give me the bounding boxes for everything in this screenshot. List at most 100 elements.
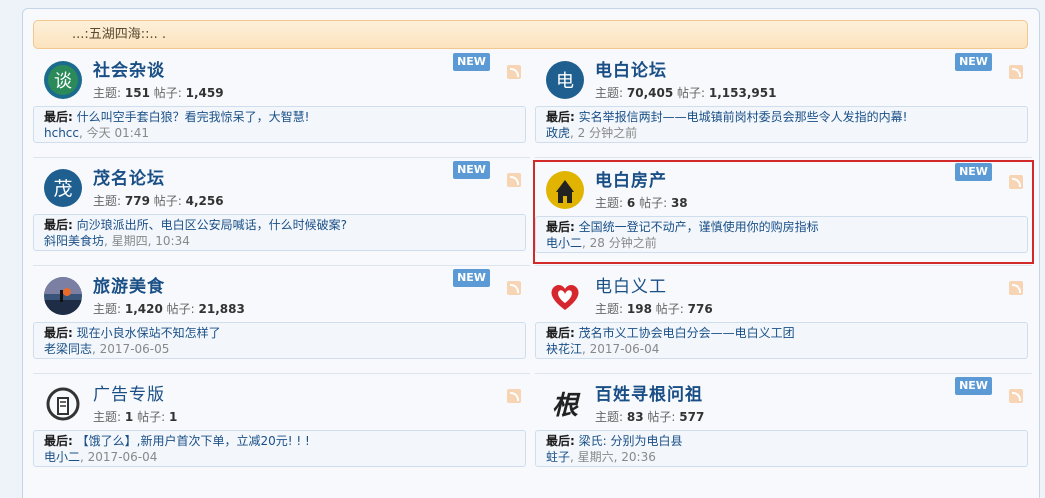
last-post-link[interactable]: 什么叫空手套白狼？看完我惊呆了，大智慧! <box>77 110 310 124</box>
forum-stats: 主题: 70,405 帖子: 1,153,951 <box>595 84 776 101</box>
last-post-label: 最后: <box>44 110 73 124</box>
gen-character-icon[interactable]: 根 <box>545 384 585 424</box>
last-post-link[interactable]: 向沙琅派出所、电白区公安局喊话，什么时候破案? <box>77 218 347 232</box>
forum-card[interactable]: 旅游美食 主题: 1,420 帖子: 21,883 NEW 最后: 现在小良水保… <box>33 269 530 384</box>
forum-title[interactable]: 茂名论坛 <box>93 164 165 189</box>
svg-text:茂: 茂 <box>53 178 72 200</box>
last-post-time-prefix: , <box>80 450 88 464</box>
forum-card[interactable]: 谈 社会杂谈 主题: 151 帖子: 1,459 NEW 最后: 什么叫空手套白… <box>33 53 530 168</box>
row-divider <box>33 373 530 374</box>
row-divider <box>535 265 1032 266</box>
row-divider <box>535 373 1032 374</box>
forum-stats: 主题: 779 帖子: 4,256 <box>93 192 224 209</box>
last-post-box: 最后: 全国统一登记不动产，谨慎使用你的购房指标 电小二, 28 分钟之前 <box>535 216 1028 253</box>
last-post-link[interactable]: 茂名市义工协会电白分会——电白义工团 <box>579 326 795 340</box>
rss-feed-icon[interactable] <box>1009 175 1023 189</box>
forum-card[interactable]: 根 百姓寻根问祖 主题: 83 帖子: 577 NEW 最后: 梁氏: 分别为电… <box>535 377 1032 492</box>
sunset-landscape-icon[interactable] <box>43 276 83 316</box>
forum-card[interactable]: 电 电白论坛 主题: 70,405 帖子: 1,153,951 NEW 最后: … <box>535 53 1032 168</box>
last-post-time-prefix: , <box>79 126 87 140</box>
forum-title[interactable]: 社会杂谈 <box>93 56 165 81</box>
last-post-user[interactable]: 老梁同志 <box>44 342 92 356</box>
house-icon[interactable] <box>545 170 585 210</box>
posts-label: 帖子: <box>166 302 195 316</box>
rss-feed-icon[interactable] <box>507 65 521 79</box>
topics-count: 83 <box>626 410 644 424</box>
rss-feed-icon[interactable] <box>507 281 521 295</box>
last-post-time: 星期四, 10:34 <box>111 234 190 248</box>
last-post-time-prefix: , <box>92 342 100 356</box>
megaphone-icon[interactable] <box>43 384 83 424</box>
new-badge: NEW <box>955 163 992 181</box>
forum-stats: 主题: 198 帖子: 776 <box>595 300 713 317</box>
topics-label: 主题: <box>595 196 624 210</box>
posts-count: 577 <box>679 410 705 424</box>
last-post-label: 最后: <box>44 218 73 232</box>
heart-icon[interactable] <box>545 276 585 316</box>
forum-card[interactable]: 电白房产 主题: 6 帖子: 38 NEW 最后: 全国统一登记不动产，谨慎使用… <box>533 160 1034 264</box>
last-post-user[interactable]: 电小二 <box>546 236 582 250</box>
chat-bubble-icon[interactable]: 谈 <box>43 60 83 100</box>
last-post-box: 最后: 向沙琅派出所、电白区公安局喊话，什么时候破案? 斜阳美食坊, 星期四, … <box>33 214 526 251</box>
rss-feed-icon[interactable] <box>1009 65 1023 79</box>
forum-stats: 主题: 1,420 帖子: 21,883 <box>93 300 245 317</box>
rss-feed-icon[interactable] <box>507 173 521 187</box>
forum-card[interactable]: 电白义工 主题: 198 帖子: 776 最后: 茂名市义工协会电白分会——电白… <box>535 276 1032 384</box>
category-header[interactable]: ...:五湖四海::.. . <box>33 20 1028 49</box>
last-post-box: 最后: 茂名市义工协会电白分会——电白义工团 袂花江, 2017-06-04 <box>535 322 1028 359</box>
dianbai-logo-icon[interactable]: 电 <box>545 60 585 100</box>
posts-count: 4,256 <box>185 194 224 208</box>
posts-count: 38 <box>670 196 688 210</box>
forum-title[interactable]: 广告专版 <box>93 380 165 405</box>
forum-title[interactable]: 电白论坛 <box>595 56 667 81</box>
svg-text:根: 根 <box>552 391 581 421</box>
topics-count: 151 <box>124 86 150 100</box>
rss-feed-icon[interactable] <box>1009 389 1023 403</box>
rss-feed-icon[interactable] <box>507 389 521 403</box>
forum-title[interactable]: 电白房产 <box>595 166 667 191</box>
last-post-link[interactable]: 【饿了么】,新用户首次下单，立减20元! ! ! <box>77 434 310 448</box>
last-post-box: 最后: 梁氏: 分别为电白县 蛀子, 星期六, 20:36 <box>535 430 1028 467</box>
topics-count: 1 <box>124 410 134 424</box>
last-post-link[interactable]: 梁氏: 分别为电白县 <box>579 434 683 448</box>
topics-label: 主题: <box>595 86 624 100</box>
new-badge: NEW <box>453 269 490 287</box>
topics-label: 主题: <box>595 410 624 424</box>
posts-count: 1 <box>168 410 178 424</box>
posts-count: 21,883 <box>198 302 245 316</box>
last-post-user[interactable]: 斜阳美食坊 <box>44 234 104 248</box>
forum-stats: 主题: 1 帖子: 1 <box>93 408 177 425</box>
last-post-label: 最后: <box>546 434 575 448</box>
last-post-link[interactable]: 实名举报信两封——电城镇前岗村委员会那些令人发指的内幕! <box>579 110 908 124</box>
rss-feed-icon[interactable] <box>1009 281 1023 295</box>
forum-title[interactable]: 电白义工 <box>595 272 667 297</box>
topics-label: 主题: <box>93 410 122 424</box>
last-post-box: 最后: 实名举报信两封——电城镇前岗村委员会那些令人发指的内幕! 政虎, 2 分… <box>535 106 1028 143</box>
posts-label: 帖子: <box>639 196 668 210</box>
posts-label: 帖子: <box>153 194 182 208</box>
last-post-user[interactable]: hchcc <box>44 126 79 140</box>
posts-label: 帖子: <box>677 86 706 100</box>
forum-stats: 主题: 6 帖子: 38 <box>595 194 688 211</box>
new-badge: NEW <box>955 377 992 395</box>
forum-card[interactable]: 广告专版 主题: 1 帖子: 1 最后: 【饿了么】,新用户首次下单，立减20元… <box>33 384 530 492</box>
last-post-box: 最后: 什么叫空手套白狼？看完我惊呆了，大智慧! hchcc, 今天 01:41 <box>33 106 526 143</box>
last-post-user[interactable]: 政虎 <box>546 126 570 140</box>
last-post-user[interactable]: 电小二 <box>44 450 80 464</box>
last-post-user[interactable]: 袂花江 <box>546 342 582 356</box>
posts-label: 帖子: <box>137 410 166 424</box>
last-post-link[interactable]: 全国统一登记不动产，谨慎使用你的购房指标 <box>579 220 819 234</box>
last-post-link[interactable]: 现在小良水保站不知怎样了 <box>77 326 221 340</box>
last-post-label: 最后: <box>546 326 575 340</box>
topics-count: 1,420 <box>124 302 163 316</box>
last-post-box: 最后: 【饿了么】,新用户首次下单，立减20元! ! ! 电小二, 2017-0… <box>33 430 526 467</box>
topics-label: 主题: <box>93 302 122 316</box>
last-post-user[interactable]: 蛀子 <box>546 450 570 464</box>
forum-title[interactable]: 旅游美食 <box>93 272 165 297</box>
forum-title[interactable]: 百姓寻根问祖 <box>595 380 703 405</box>
last-post-time: 2017-06-04 <box>589 342 660 356</box>
posts-count: 776 <box>687 302 713 316</box>
mao-character-icon[interactable]: 茂 <box>43 168 83 208</box>
forum-card[interactable]: 茂 茂名论坛 主题: 779 帖子: 4,256 NEW 最后: 向沙琅派出所、… <box>33 161 530 276</box>
last-post-label: 最后: <box>44 326 73 340</box>
